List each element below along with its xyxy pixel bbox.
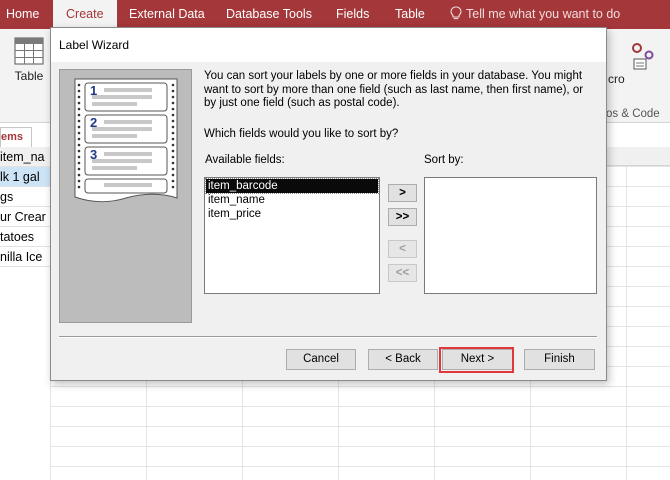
list-item[interactable]: item_name xyxy=(206,193,378,207)
remove-field-button[interactable]: < xyxy=(388,240,417,258)
list-item[interactable]: item_barcode xyxy=(205,178,379,194)
lightbulb-icon xyxy=(450,6,462,20)
sort-by-label: Sort by: xyxy=(424,154,464,166)
back-button[interactable]: < Back xyxy=(368,349,438,370)
wizard-instructions: You can sort your labels by one or more … xyxy=(204,70,584,110)
navigation-pane: ems item_na lk 1 gal gs ur Crear tatoes … xyxy=(0,123,50,480)
tab-create[interactable]: Create xyxy=(53,0,117,29)
finish-button[interactable]: Finish xyxy=(524,349,595,370)
tell-me-text: Tell me what you want to do xyxy=(466,7,621,21)
tab-database-tools[interactable]: Database Tools xyxy=(226,0,312,29)
illustration-number-2: 2 xyxy=(90,115,97,130)
wizard-illustration: 1 2 3 xyxy=(59,69,192,323)
table-button[interactable]: Table xyxy=(12,37,46,83)
table-row[interactable]: tatoes xyxy=(0,227,50,247)
macros-code-group-label: os & Code xyxy=(606,108,660,120)
table-row[interactable]: nilla Ice xyxy=(0,247,50,267)
module-icon[interactable] xyxy=(627,39,667,73)
tab-table[interactable]: Table xyxy=(395,0,425,29)
table-row[interactable]: gs xyxy=(0,187,50,207)
illustration-number-3: 3 xyxy=(90,147,97,162)
sort-question: Which fields would you like to sort by? xyxy=(204,128,399,140)
remove-all-fields-button[interactable]: << xyxy=(388,264,417,282)
dialog-title: Label Wizard xyxy=(59,38,130,52)
tab-fields[interactable]: Fields xyxy=(336,0,369,29)
macros-code-group: cro os & Code xyxy=(603,29,670,123)
ribbon-tab-bar: Home Create External Data Database Tools… xyxy=(0,0,670,29)
column-header-item-name[interactable]: item_na xyxy=(0,147,50,167)
available-fields-list[interactable]: item_barcode item_name item_price xyxy=(204,177,380,294)
nav-tab-items[interactable]: ems xyxy=(0,127,32,147)
next-button-highlight xyxy=(439,347,514,373)
macro-button-label[interactable]: cro xyxy=(608,72,625,86)
add-all-fields-button[interactable]: >> xyxy=(388,208,417,226)
dialog-titlebar[interactable]: Label Wizard xyxy=(51,28,606,62)
label-wizard-dialog: Label Wizard 1 2 3 You can sort your lab… xyxy=(50,27,607,381)
datasheet-header xyxy=(607,147,670,166)
dialog-divider xyxy=(59,336,597,338)
label-sheet-icon: 1 2 3 xyxy=(74,78,178,203)
sort-by-list[interactable] xyxy=(424,177,597,294)
illustration-number-1: 1 xyxy=(90,83,97,98)
tab-home[interactable]: Home xyxy=(6,0,39,29)
table-row[interactable]: lk 1 gal xyxy=(0,167,50,187)
list-item[interactable]: item_price xyxy=(206,207,378,221)
cancel-button[interactable]: Cancel xyxy=(286,349,356,370)
tab-external-data[interactable]: External Data xyxy=(129,0,205,29)
table-button-label: Table xyxy=(14,69,44,83)
available-fields-label: Available fields: xyxy=(205,154,285,166)
tell-me-box[interactable]: Tell me what you want to do xyxy=(450,0,620,29)
table-row[interactable]: ur Crear xyxy=(0,207,50,227)
add-field-button[interactable]: > xyxy=(388,184,417,202)
table-icon xyxy=(14,37,44,65)
